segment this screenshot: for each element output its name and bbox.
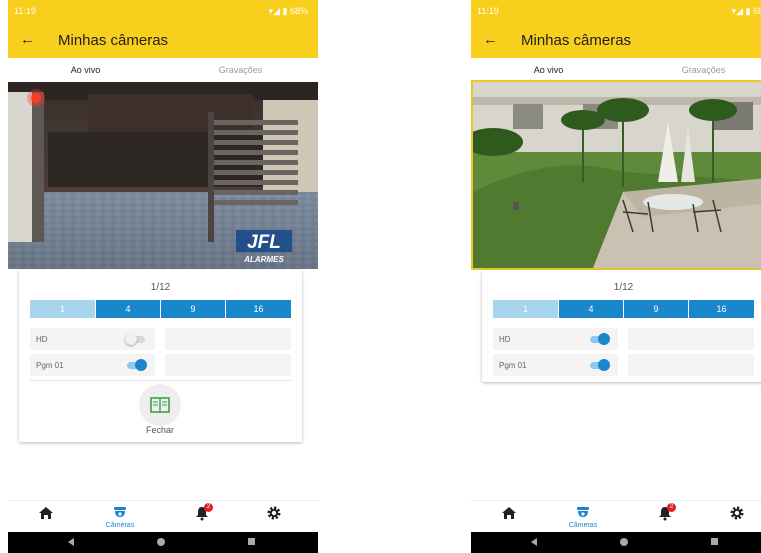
hd-toggle[interactable] (125, 333, 147, 345)
open-book-icon (150, 397, 170, 413)
camera-dome-icon (114, 507, 126, 517)
back-arrow-icon[interactable]: ← (483, 31, 498, 48)
phone-screen-right: 11:19 ▾◢ ▮ 68% ← Minhas câmeras Ao vivo … (471, 0, 761, 553)
tab-live[interactable]: Ao vivo (471, 65, 626, 75)
nav-home[interactable] (499, 505, 519, 526)
nav-settings[interactable] (727, 505, 747, 526)
hd-toggle[interactable] (588, 333, 610, 345)
logo-subtext: ALARMES (243, 255, 284, 264)
nav-notifications[interactable]: 2 (655, 503, 676, 526)
layout-option-1[interactable]: 1 (30, 300, 95, 318)
layout-option-4[interactable]: 4 (96, 300, 160, 318)
pgm-label: Pgm 01 (499, 361, 527, 370)
layout-option-9[interactable]: 9 (624, 300, 688, 318)
system-back-icon[interactable] (68, 538, 74, 546)
signal-icon: ▾◢ (731, 6, 743, 16)
signal-icon: ▾◢ (268, 6, 280, 16)
status-bar: 11:19 ▾◢ ▮ 68% (8, 0, 318, 23)
page-counter: 1/12 (613, 282, 634, 293)
home-icon (39, 507, 53, 519)
battery-level: 68% (752, 6, 761, 16)
system-nav-bar (8, 532, 318, 553)
camera-image-garden (473, 82, 761, 268)
empty-slot (628, 328, 754, 350)
battery-icon: ▮ (745, 6, 751, 16)
layout-option-16[interactable]: 16 (689, 300, 754, 318)
bottom-nav: Câmeras 2 (8, 500, 318, 533)
pgm-toggle-row: Pgm 01 (493, 354, 618, 376)
notification-badge: 2 (204, 503, 213, 512)
system-recents-icon[interactable] (248, 538, 255, 545)
page-title: Minhas câmeras (521, 32, 632, 49)
status-bar: 11:19 ▾◢ ▮ 68% (471, 0, 761, 23)
layout-option-16[interactable]: 16 (226, 300, 291, 318)
layout-option-4[interactable]: 4 (559, 300, 623, 318)
system-recents-icon[interactable] (711, 538, 718, 545)
tab-recordings[interactable]: Gravações (626, 65, 761, 75)
pgm-label: Pgm 01 (36, 361, 64, 370)
tab-bar: Ao vivo Gravações (8, 58, 318, 82)
logo-text: JFL (247, 232, 281, 253)
pgm-toggle[interactable] (125, 359, 147, 371)
nav-cameras[interactable]: Câmeras (563, 505, 603, 529)
nav-settings[interactable] (264, 505, 284, 526)
notification-badge: 2 (667, 503, 676, 512)
system-home-icon[interactable] (620, 538, 628, 546)
nav-notifications[interactable]: 2 (192, 503, 213, 526)
hd-label: HD (36, 335, 48, 344)
system-nav-bar (471, 532, 761, 553)
nav-cameras-label: Câmeras (568, 522, 598, 529)
home-icon (502, 507, 516, 519)
camera-dome-icon (577, 507, 589, 517)
gear-icon (267, 506, 281, 520)
nav-cameras-label: Câmeras (105, 522, 135, 529)
status-time: 11:19 (477, 6, 499, 16)
divider (30, 380, 291, 381)
phone-screen-left: 11:19 ▾◢ ▮ 68% ← Minhas câmeras Ao vivo … (8, 0, 318, 553)
layout-option-9[interactable]: 9 (161, 300, 225, 318)
page-title: Minhas câmeras (58, 32, 169, 49)
hd-label: HD (499, 335, 511, 344)
empty-slot (628, 354, 754, 376)
system-home-icon[interactable] (157, 538, 165, 546)
hd-toggle-row: HD (30, 328, 155, 350)
pgm-toggle-row: Pgm 01 (30, 354, 155, 376)
page-counter: 1/12 (150, 282, 171, 293)
battery-icon: ▮ (282, 6, 288, 16)
camera-controls-panel: 1/12 1 4 9 16 HD Pgm 01 (482, 270, 761, 382)
tab-recordings[interactable]: Gravações (163, 65, 318, 75)
camera-image-gate: JFL ALARMES (8, 82, 318, 269)
battery-level: 68% (289, 6, 308, 16)
close-button[interactable] (139, 384, 181, 426)
gear-icon (730, 506, 744, 520)
camera-controls-panel: 1/12 1 4 9 16 HD Pgm 01 (19, 270, 302, 442)
close-label[interactable]: Fechar (130, 425, 190, 435)
app-bar: ← Minhas câmeras (8, 23, 318, 58)
empty-slot (165, 328, 291, 350)
layout-option-1[interactable]: 1 (493, 300, 558, 318)
back-arrow-icon[interactable]: ← (20, 31, 35, 48)
status-time: 11:19 (14, 6, 36, 16)
empty-slot (165, 354, 291, 376)
camera-feed-garden[interactable] (471, 80, 761, 270)
bottom-nav: Câmeras 2 (471, 500, 761, 533)
nav-home[interactable] (36, 505, 56, 526)
camera-feed-gate[interactable]: JFL ALARMES (8, 82, 318, 269)
tab-live[interactable]: Ao vivo (8, 65, 163, 75)
app-bar: ← Minhas câmeras (471, 23, 761, 58)
tab-bar: Ao vivo Gravações (471, 58, 761, 82)
hd-toggle-row: HD (493, 328, 618, 350)
system-back-icon[interactable] (531, 538, 537, 546)
nav-cameras[interactable]: Câmeras (100, 505, 140, 529)
pgm-toggle[interactable] (588, 359, 610, 371)
